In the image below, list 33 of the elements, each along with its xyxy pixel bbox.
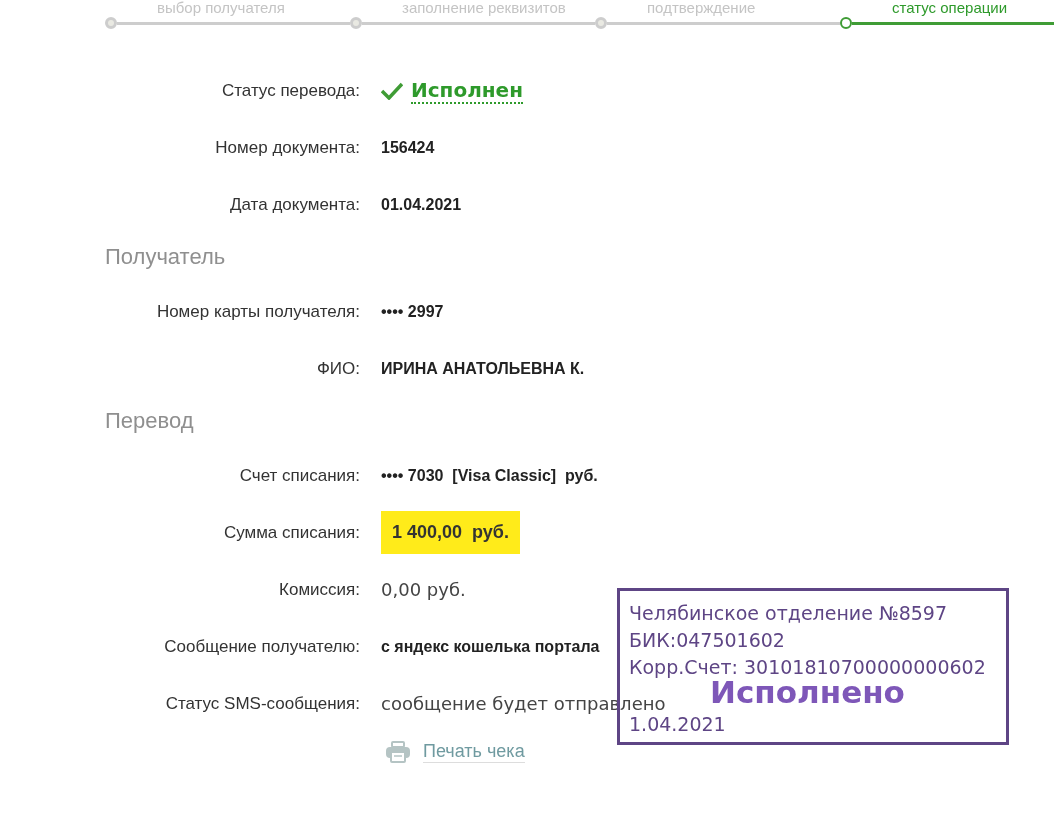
field-label: Номер документа:	[215, 136, 360, 159]
field-label: Сумма списания:	[223, 521, 360, 544]
amount-value: 1 400,00 руб.	[381, 511, 520, 554]
field-label: Статус перевода:	[221, 79, 360, 102]
field-value: 0,00 руб.	[381, 578, 466, 602]
field-value: •••• 2997	[381, 301, 444, 322]
field-label: Сообщение получателю:	[164, 635, 360, 658]
field-value: с яндекс кошелька портала	[381, 636, 600, 657]
print-receipt-link[interactable]: Печать чека	[423, 740, 525, 763]
field-label: Номер карты получателя:	[156, 300, 360, 323]
section-title: Перевод	[105, 407, 194, 435]
checkmark-icon	[381, 81, 403, 100]
step-label: заполнение реквизитов	[402, 0, 566, 16]
stamp-text: БИК:047501602	[629, 628, 785, 653]
printer-icon	[385, 740, 411, 763]
field-label: Комиссия:	[279, 578, 360, 601]
field-label: Счет списания:	[239, 464, 360, 487]
status-value: Исполнен	[411, 77, 523, 104]
step-label: выбор получателя	[157, 0, 285, 16]
step-label: статус операции	[892, 0, 1008, 16]
stamp-text: Корр.Счет: 30101810700000000602	[629, 655, 986, 680]
field-label: Статус SMS-сообщения:	[165, 692, 360, 715]
field-value: ИРИНА АНАТОЛЬЕВНА К.	[381, 358, 585, 379]
section-title: Получатель	[105, 243, 226, 271]
field-value: 01.04.2021	[381, 194, 462, 215]
stamp-mark: Исполнено	[710, 677, 905, 707]
field-label: ФИО:	[316, 357, 360, 380]
field-value: •••• 7030 [Visa Classic] руб.	[381, 465, 598, 486]
stamp-text: Челябинское отделение №8597	[629, 601, 948, 626]
step-label: подтверждение	[647, 0, 756, 16]
stamp-text: 1.04.2021	[629, 713, 726, 735]
field-value: 156424	[381, 137, 435, 158]
field-label: Дата документа:	[230, 193, 360, 216]
